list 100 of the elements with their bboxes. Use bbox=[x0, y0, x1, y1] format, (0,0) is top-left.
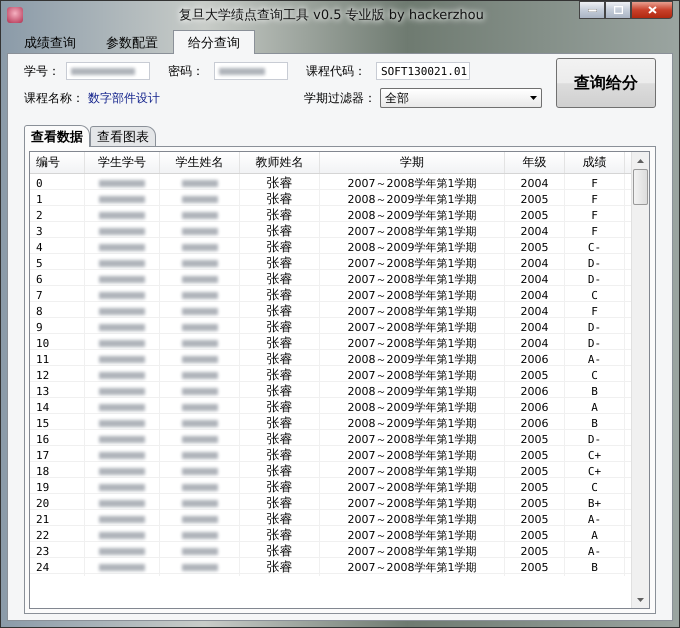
table-cell: A- bbox=[565, 350, 625, 368]
table-cell: 2008～2009学年第1学期 bbox=[320, 414, 505, 432]
scrollbar-thumb[interactable] bbox=[633, 169, 648, 205]
column-header[interactable]: 学生学号 bbox=[85, 152, 160, 173]
tab[interactable]: 成绩查询 bbox=[9, 32, 91, 53]
column-header[interactable]: 成绩 bbox=[565, 152, 625, 173]
table-cell: 2004 bbox=[505, 302, 565, 320]
blurred-text bbox=[71, 68, 135, 74]
semester-filter-dropdown[interactable]: 全部 bbox=[380, 88, 542, 108]
table-cell: 0 bbox=[30, 174, 85, 192]
table-cell: 2005 bbox=[505, 494, 565, 512]
column-header[interactable]: 编号 bbox=[30, 152, 85, 173]
table-cell: A bbox=[565, 398, 625, 416]
blurred-text bbox=[99, 356, 145, 362]
table-cell: 2005 bbox=[505, 206, 565, 224]
table-cell: 2007～2008学年第1学期 bbox=[320, 254, 505, 272]
blurred-text bbox=[99, 276, 145, 282]
table-cell: 9 bbox=[30, 318, 85, 336]
blurred-text bbox=[99, 468, 145, 474]
blurred-text bbox=[99, 404, 145, 410]
table-cell: 2006 bbox=[505, 350, 565, 368]
dropdown-arrow-icon bbox=[530, 96, 537, 100]
column-header[interactable]: 学期 bbox=[320, 152, 505, 173]
table-cell: 11 bbox=[30, 350, 85, 368]
blurred-text bbox=[99, 292, 145, 298]
query-button[interactable]: 查询给分 bbox=[556, 58, 656, 108]
table-cell: 张睿 bbox=[240, 494, 320, 512]
table-cell: 13 bbox=[30, 382, 85, 400]
table-cell: 2007～2008学年第1学期 bbox=[320, 526, 505, 544]
blurred-text bbox=[182, 212, 218, 218]
table-cell: 2004 bbox=[505, 334, 565, 352]
minimize-button[interactable] bbox=[579, 1, 605, 19]
tab[interactable]: 给分查询 bbox=[173, 30, 255, 54]
course-name-text: 数字部件设计 bbox=[88, 90, 161, 106]
table-cell: D- bbox=[565, 334, 625, 352]
scroll-down-arrow-icon[interactable] bbox=[637, 598, 644, 602]
table-cell: A bbox=[565, 526, 625, 544]
table-cell: 2004 bbox=[505, 222, 565, 240]
scrollbar[interactable] bbox=[631, 152, 649, 608]
maximize-button[interactable] bbox=[605, 1, 631, 19]
table-cell: 张睿 bbox=[240, 382, 320, 400]
table-cell: 1 bbox=[30, 190, 85, 208]
blurred-text bbox=[99, 244, 145, 250]
table-cell: 2 bbox=[30, 206, 85, 224]
blurred-text bbox=[99, 532, 145, 538]
table-cell: 张睿 bbox=[240, 206, 320, 224]
table-cell: 张睿 bbox=[240, 558, 320, 576]
tab[interactable]: 参数配置 bbox=[91, 32, 173, 53]
table-cell: 张睿 bbox=[240, 238, 320, 256]
blurred-text bbox=[99, 484, 145, 490]
blurred-text bbox=[182, 308, 218, 314]
table-cell: C+ bbox=[565, 462, 625, 480]
table-cell: 2007～2008学年第1学期 bbox=[320, 302, 505, 320]
blurred-text bbox=[99, 372, 145, 378]
window-title: 复旦大学绩点查询工具 v0.5 专业版 by hackerzhou bbox=[179, 7, 484, 24]
table-cell: 张睿 bbox=[240, 318, 320, 336]
table-cell: 2005 bbox=[505, 190, 565, 208]
tab[interactable]: 查看数据 bbox=[24, 125, 90, 147]
table-cell: 2007～2008学年第1学期 bbox=[320, 478, 505, 496]
table-cell: 2006 bbox=[505, 398, 565, 416]
table-cell: 22 bbox=[30, 526, 85, 544]
table-cell: 张睿 bbox=[240, 510, 320, 528]
tab[interactable]: 查看图表 bbox=[90, 126, 156, 146]
blurred-text bbox=[99, 564, 145, 570]
student-id-field[interactable] bbox=[66, 62, 150, 80]
column-header[interactable]: 学生姓名 bbox=[160, 152, 240, 173]
table-cell: 2005 bbox=[505, 430, 565, 448]
course-code-field[interactable]: SOFT130021.01 bbox=[376, 62, 470, 80]
column-header[interactable]: 年级 bbox=[505, 152, 565, 173]
table-cell: D- bbox=[565, 254, 625, 272]
table-cell: 6 bbox=[30, 270, 85, 288]
blurred-text bbox=[182, 372, 218, 378]
table-cell: 2004 bbox=[505, 318, 565, 336]
blurred-text bbox=[99, 196, 145, 202]
table-cell: 24 bbox=[30, 558, 85, 576]
close-button[interactable] bbox=[631, 1, 673, 19]
scroll-up-arrow-icon[interactable] bbox=[637, 158, 644, 162]
table-cell: 张睿 bbox=[240, 398, 320, 416]
table-cell: 2007～2008学年第1学期 bbox=[320, 446, 505, 464]
table-cell: 张睿 bbox=[240, 414, 320, 432]
table-cell: 18 bbox=[30, 462, 85, 480]
table-cell: 2008～2009学年第1学期 bbox=[320, 350, 505, 368]
blurred-text bbox=[182, 532, 218, 538]
blurred-text bbox=[182, 564, 218, 570]
column-header[interactable]: 教师姓名 bbox=[240, 152, 320, 173]
blurred-text bbox=[182, 276, 218, 282]
table-cell: 2007～2008学年第1学期 bbox=[320, 222, 505, 240]
table-cell: 张睿 bbox=[240, 286, 320, 304]
blurred-text bbox=[182, 196, 218, 202]
table-cell: 10 bbox=[30, 334, 85, 352]
table-cell: 张睿 bbox=[240, 446, 320, 464]
table-cell: 2004 bbox=[505, 174, 565, 192]
password-field[interactable] bbox=[214, 62, 288, 80]
table-cell: 7 bbox=[30, 286, 85, 304]
table-cell: 17 bbox=[30, 446, 85, 464]
app-icon bbox=[7, 7, 23, 23]
minimize-icon bbox=[588, 8, 596, 12]
table-cell: 2005 bbox=[505, 238, 565, 256]
table-cell: 23 bbox=[30, 542, 85, 560]
table-cell: 12 bbox=[30, 366, 85, 384]
